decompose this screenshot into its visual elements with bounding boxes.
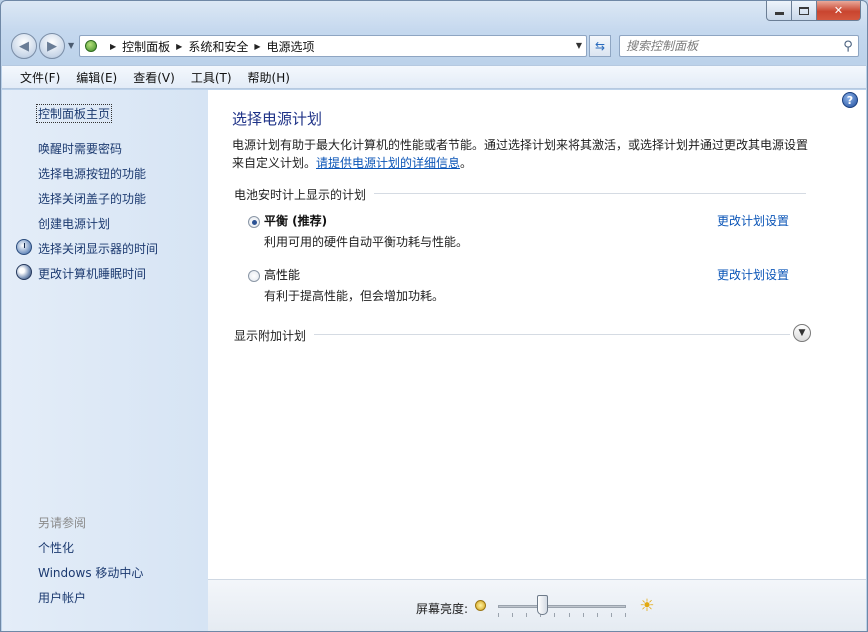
menu-help[interactable]: 帮助(H) [240,69,298,86]
change-plan-settings-high-performance-link[interactable]: 更改计划设置 [717,266,789,283]
maximize-icon [799,6,809,15]
brightness-bar: 屏幕亮度: ☀ [208,579,866,631]
sidebar-link-power-buttons[interactable]: 选择电源按钮的功能 [38,165,146,182]
intro-end: 。 [460,156,473,170]
menu-edit[interactable]: 编辑(E) [68,69,125,86]
address-row: ◀ ▶ ▼ ▶ 控制面板 ▶ 系统和安全 ▶ 电源选项 ▼ ⇆ ⚲ [9,33,859,59]
breadcrumb[interactable]: ▶ 控制面板 ▶ 系统和安全 ▶ 电源选项 ▼ [79,35,587,57]
sidebar-home-link[interactable]: 控制面板主页 [36,104,113,123]
expand-additional-plans-button[interactable]: ▼ [793,324,811,342]
minimize-button[interactable] [766,1,792,21]
see-also-personalization[interactable]: 个性化 [38,539,74,556]
main-content: ? 选择电源计划 电源计划有助于最大化计算机的性能或者节能。通过选择计划来将其激… [208,90,866,631]
dim-brightness-icon [475,600,486,611]
change-plan-settings-balanced-link[interactable]: 更改计划设置 [717,212,789,229]
brightness-slider-ticks [498,613,626,617]
sidebar-link-wake-password[interactable]: 唤醒时需要密码 [38,140,122,157]
minimize-icon [774,12,784,15]
forward-arrow-icon: ▶ [47,38,57,54]
recent-pages-dropdown[interactable]: ▼ [68,41,74,50]
breadcrumb-item-control-panel[interactable]: 控制面板 [122,38,170,55]
chevron-down-icon: ▼ [798,328,806,338]
menu-view[interactable]: 查看(V) [125,69,183,86]
help-icon[interactable]: ? [842,92,858,108]
display-clock-icon [16,239,32,255]
menu-file[interactable]: 文件(F) [12,69,68,86]
close-button[interactable]: ✕ [817,1,861,21]
see-also-user-accounts[interactable]: 用户帐户 [38,589,86,606]
sidebar-link-display-off[interactable]: 选择关闭显示器的时间 [38,240,158,257]
bright-brightness-icon: ☀ [639,596,655,616]
breadcrumb-separator-icon[interactable]: ▶ [254,42,260,51]
search-box[interactable]: ⚲ [619,35,859,57]
search-input[interactable] [626,39,838,53]
sidebar: 控制面板主页 唤醒时需要密码 选择电源按钮的功能 选择关闭盖子的功能 创建电源计… [2,90,208,631]
sleep-moon-icon [16,264,32,280]
breadcrumb-item-system-security[interactable]: 系统和安全 [188,38,248,55]
explorer-window: ✕ ◀ ▶ ▼ ▶ 控制面板 ▶ 系统和安全 ▶ 电源选项 ▼ ⇆ ⚲ 文件(F… [0,0,868,632]
plan-details-link[interactable]: 请提供电源计划的详细信息 [316,156,460,170]
maximize-button[interactable] [792,1,817,21]
plan-radio-balanced[interactable] [248,216,260,228]
plan-name-high-performance[interactable]: 高性能 [264,266,300,283]
plan-desc-high-performance: 有利于提高性能，但会增加功耗。 [264,289,445,303]
see-also-heading: 另请参阅 [38,516,87,530]
sidebar-link-sleep-time[interactable]: 更改计算机睡眠时间 [38,265,146,282]
intro-paragraph: 电源计划有助于最大化计算机的性能或者节能。通过选择计划来将其激活，或选择计划并通… [232,136,812,172]
search-icon[interactable]: ⚲ [838,39,858,54]
breadcrumb-separator-icon[interactable]: ▶ [110,42,116,51]
show-additional-plans-header[interactable]: 显示附加计划 [234,327,306,344]
refresh-button[interactable]: ⇆ [589,35,611,57]
back-arrow-icon: ◀ [19,38,29,54]
brightness-label: 屏幕亮度: [416,602,469,616]
close-icon: ✕ [833,4,844,17]
plan-desc-balanced: 利用可用的硬件自动平衡功耗与性能。 [264,235,469,249]
page-title: 选择电源计划 [232,110,323,128]
menu-tools[interactable]: 工具(T) [183,69,240,86]
brightness-slider-track[interactable] [498,605,626,608]
group-divider [314,334,790,335]
menu-bar: 文件(F) 编辑(E) 查看(V) 工具(T) 帮助(H) [2,65,866,89]
battery-meter-plans-header: 电池安时计上显示的计划 [234,188,367,202]
see-also-mobility-center[interactable]: Windows 移动中心 [38,564,143,581]
sidebar-link-create-plan[interactable]: 创建电源计划 [38,215,110,232]
caption-buttons: ✕ [766,1,861,21]
forward-button[interactable]: ▶ [39,33,65,59]
sidebar-link-lid-close[interactable]: 选择关闭盖子的功能 [38,190,146,207]
brightness-slider-thumb[interactable] [537,595,549,615]
refresh-icon: ⇆ [594,39,606,53]
back-button[interactable]: ◀ [11,33,37,59]
breadcrumb-item-power-options[interactable]: 电源选项 [267,38,315,55]
plan-radio-high-performance[interactable] [248,270,260,282]
plan-name-balanced[interactable]: 平衡 (推荐) [264,212,327,229]
address-dropdown-icon[interactable]: ▼ [576,41,582,50]
group-divider [374,193,806,194]
control-panel-icon [84,38,100,54]
breadcrumb-separator-icon[interactable]: ▶ [176,42,182,51]
